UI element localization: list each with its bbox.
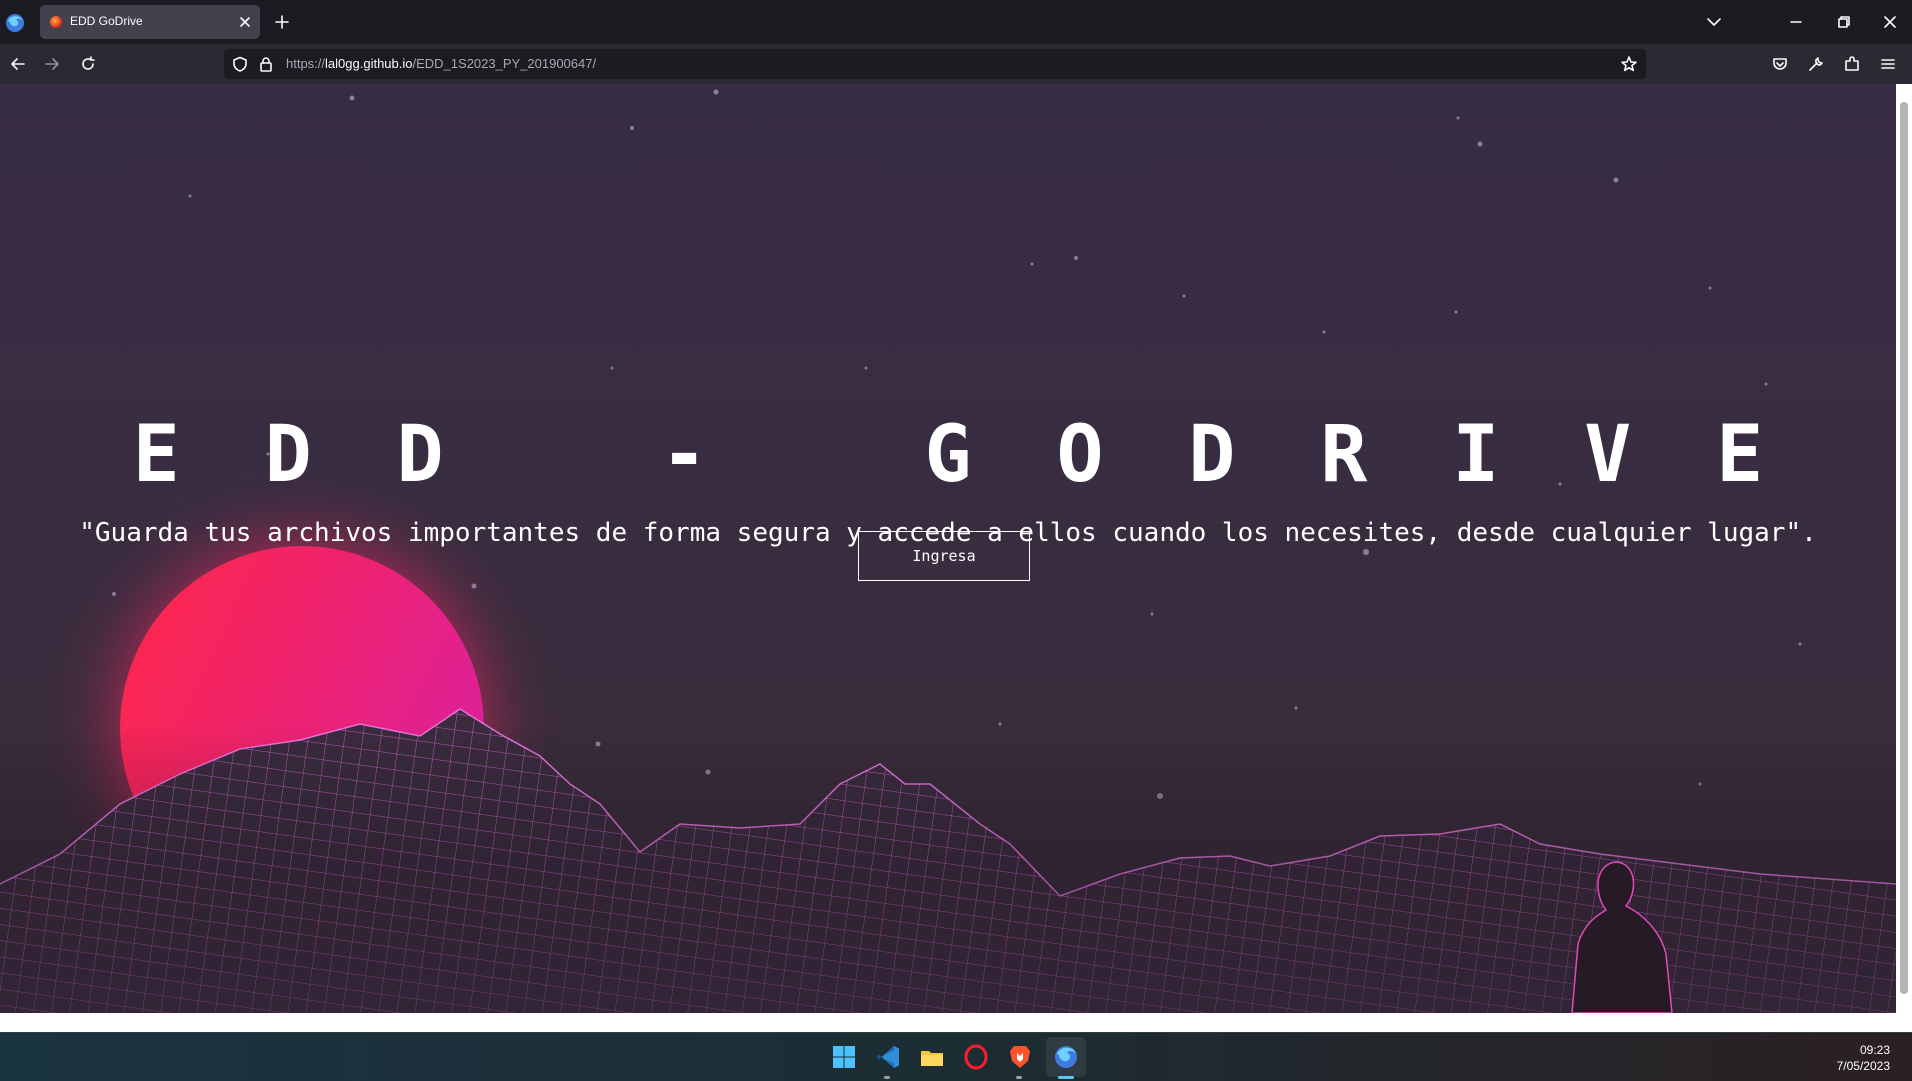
firefox-active-indicator [1058,1076,1074,1079]
opera-icon[interactable] [962,1043,990,1071]
url-host: lal0gg.github.io [325,56,413,71]
close-icon[interactable] [236,13,254,31]
system-clock[interactable]: 09:23 7/05/2023 [1837,1042,1890,1074]
hero-section: EDD - GODRIVE "Guarda tus archivos impor… [0,84,1896,1013]
scrollbar-thumb[interactable] [1900,102,1908,994]
page-title: EDD - GODRIVE [132,410,1849,500]
windows-taskbar: 09:23 7/05/2023 [0,1032,1912,1081]
wrench-icon[interactable] [1806,54,1826,74]
clock-date: 7/05/2023 [1836,1059,1890,1073]
tab-title: EDD GoDrive [70,14,143,28]
close-icon[interactable] [1880,12,1900,32]
vscode-running-indicator [884,1076,890,1079]
firefox-icon[interactable] [1052,1043,1080,1071]
url-scheme: https:// [286,56,326,71]
brave-running-indicator [1016,1076,1022,1079]
minimize-icon[interactable] [1786,12,1806,32]
tab-edd-godrive[interactable]: EDD GoDrive [40,5,260,39]
vscode-icon[interactable] [874,1043,902,1071]
windows-logo-icon[interactable] [830,1043,858,1071]
page-viewport: EDD - GODRIVE "Guarda tus archivos impor… [0,84,1912,1032]
tab-bar: EDD GoDrive [0,0,1912,44]
star-icon[interactable] [1620,55,1638,73]
folder-icon[interactable] [918,1043,946,1071]
url-text: https://lal0gg.github.io/EDD_1S2023_PY_2… [286,56,596,71]
arrow-right-icon[interactable] [42,54,62,74]
clock-time: 09:23 [1859,1043,1890,1057]
hamburger-menu-icon[interactable] [1878,54,1898,74]
favicon-icon [50,16,62,28]
pocket-icon[interactable] [1770,54,1790,74]
reload-icon[interactable] [78,54,98,74]
firefox-icon[interactable] [4,12,26,34]
scrollbar[interactable] [1896,84,1912,1032]
navigation-toolbar: https://lal0gg.github.io/EDD_1S2023_PY_2… [0,44,1912,84]
restore-icon[interactable] [1834,12,1854,32]
url-path: /EDD_1S2023_PY_201900647/ [412,56,597,71]
arrow-left-icon[interactable] [8,54,28,74]
ingresa-button[interactable]: Ingresa [858,531,1030,581]
address-bar[interactable]: https://lal0gg.github.io/EDD_1S2023_PY_2… [224,49,1646,79]
brave-icon[interactable] [1006,1043,1034,1071]
shield-icon[interactable] [232,56,248,72]
puzzle-icon[interactable] [1842,54,1862,74]
plus-icon[interactable] [272,12,292,32]
chevron-down-icon[interactable] [1704,12,1724,32]
lock-icon[interactable] [258,56,274,72]
